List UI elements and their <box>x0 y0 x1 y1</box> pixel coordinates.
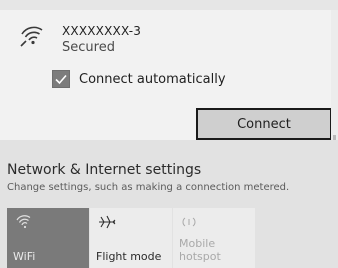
network-settings-panel: Network & Internet settings Change setti… <box>0 140 338 268</box>
network-list-item[interactable]: XXXXXXXX-3 Secured Connect automatically… <box>0 10 332 140</box>
wifi-tile-label: WiFi <box>13 250 36 263</box>
mobile-hotspot-tile[interactable]: Mobile hotspot <box>173 208 255 268</box>
flight-mode-tile[interactable]: Flight mode <box>90 208 172 268</box>
checkmark-icon <box>55 74 67 85</box>
wifi-tile[interactable]: WiFi <box>7 208 89 268</box>
connect-automatically-checkbox[interactable] <box>52 70 70 88</box>
network-security-status: Secured <box>62 40 115 55</box>
flight-mode-tile-label: Flight mode <box>96 250 162 263</box>
network-settings-description: Change settings, such as making a connec… <box>7 182 290 193</box>
mobile-hotspot-tile-label: Mobile hotspot <box>179 237 221 263</box>
top-strip <box>0 0 338 10</box>
network-ssid: XXXXXXXX-3 <box>62 24 142 38</box>
connect-button[interactable]: Connect <box>196 108 332 140</box>
wifi-signal-icon <box>18 24 44 50</box>
connect-automatically-option[interactable]: Connect automatically <box>52 68 226 90</box>
scrollbar[interactable] <box>331 10 338 140</box>
connect-button-label: Connect <box>237 116 291 132</box>
connect-automatically-label: Connect automatically <box>79 71 226 87</box>
airplane-icon <box>98 214 116 234</box>
wifi-icon <box>15 214 31 234</box>
hotspot-icon <box>181 214 197 233</box>
network-settings-link[interactable]: Network & Internet settings <box>7 162 201 178</box>
